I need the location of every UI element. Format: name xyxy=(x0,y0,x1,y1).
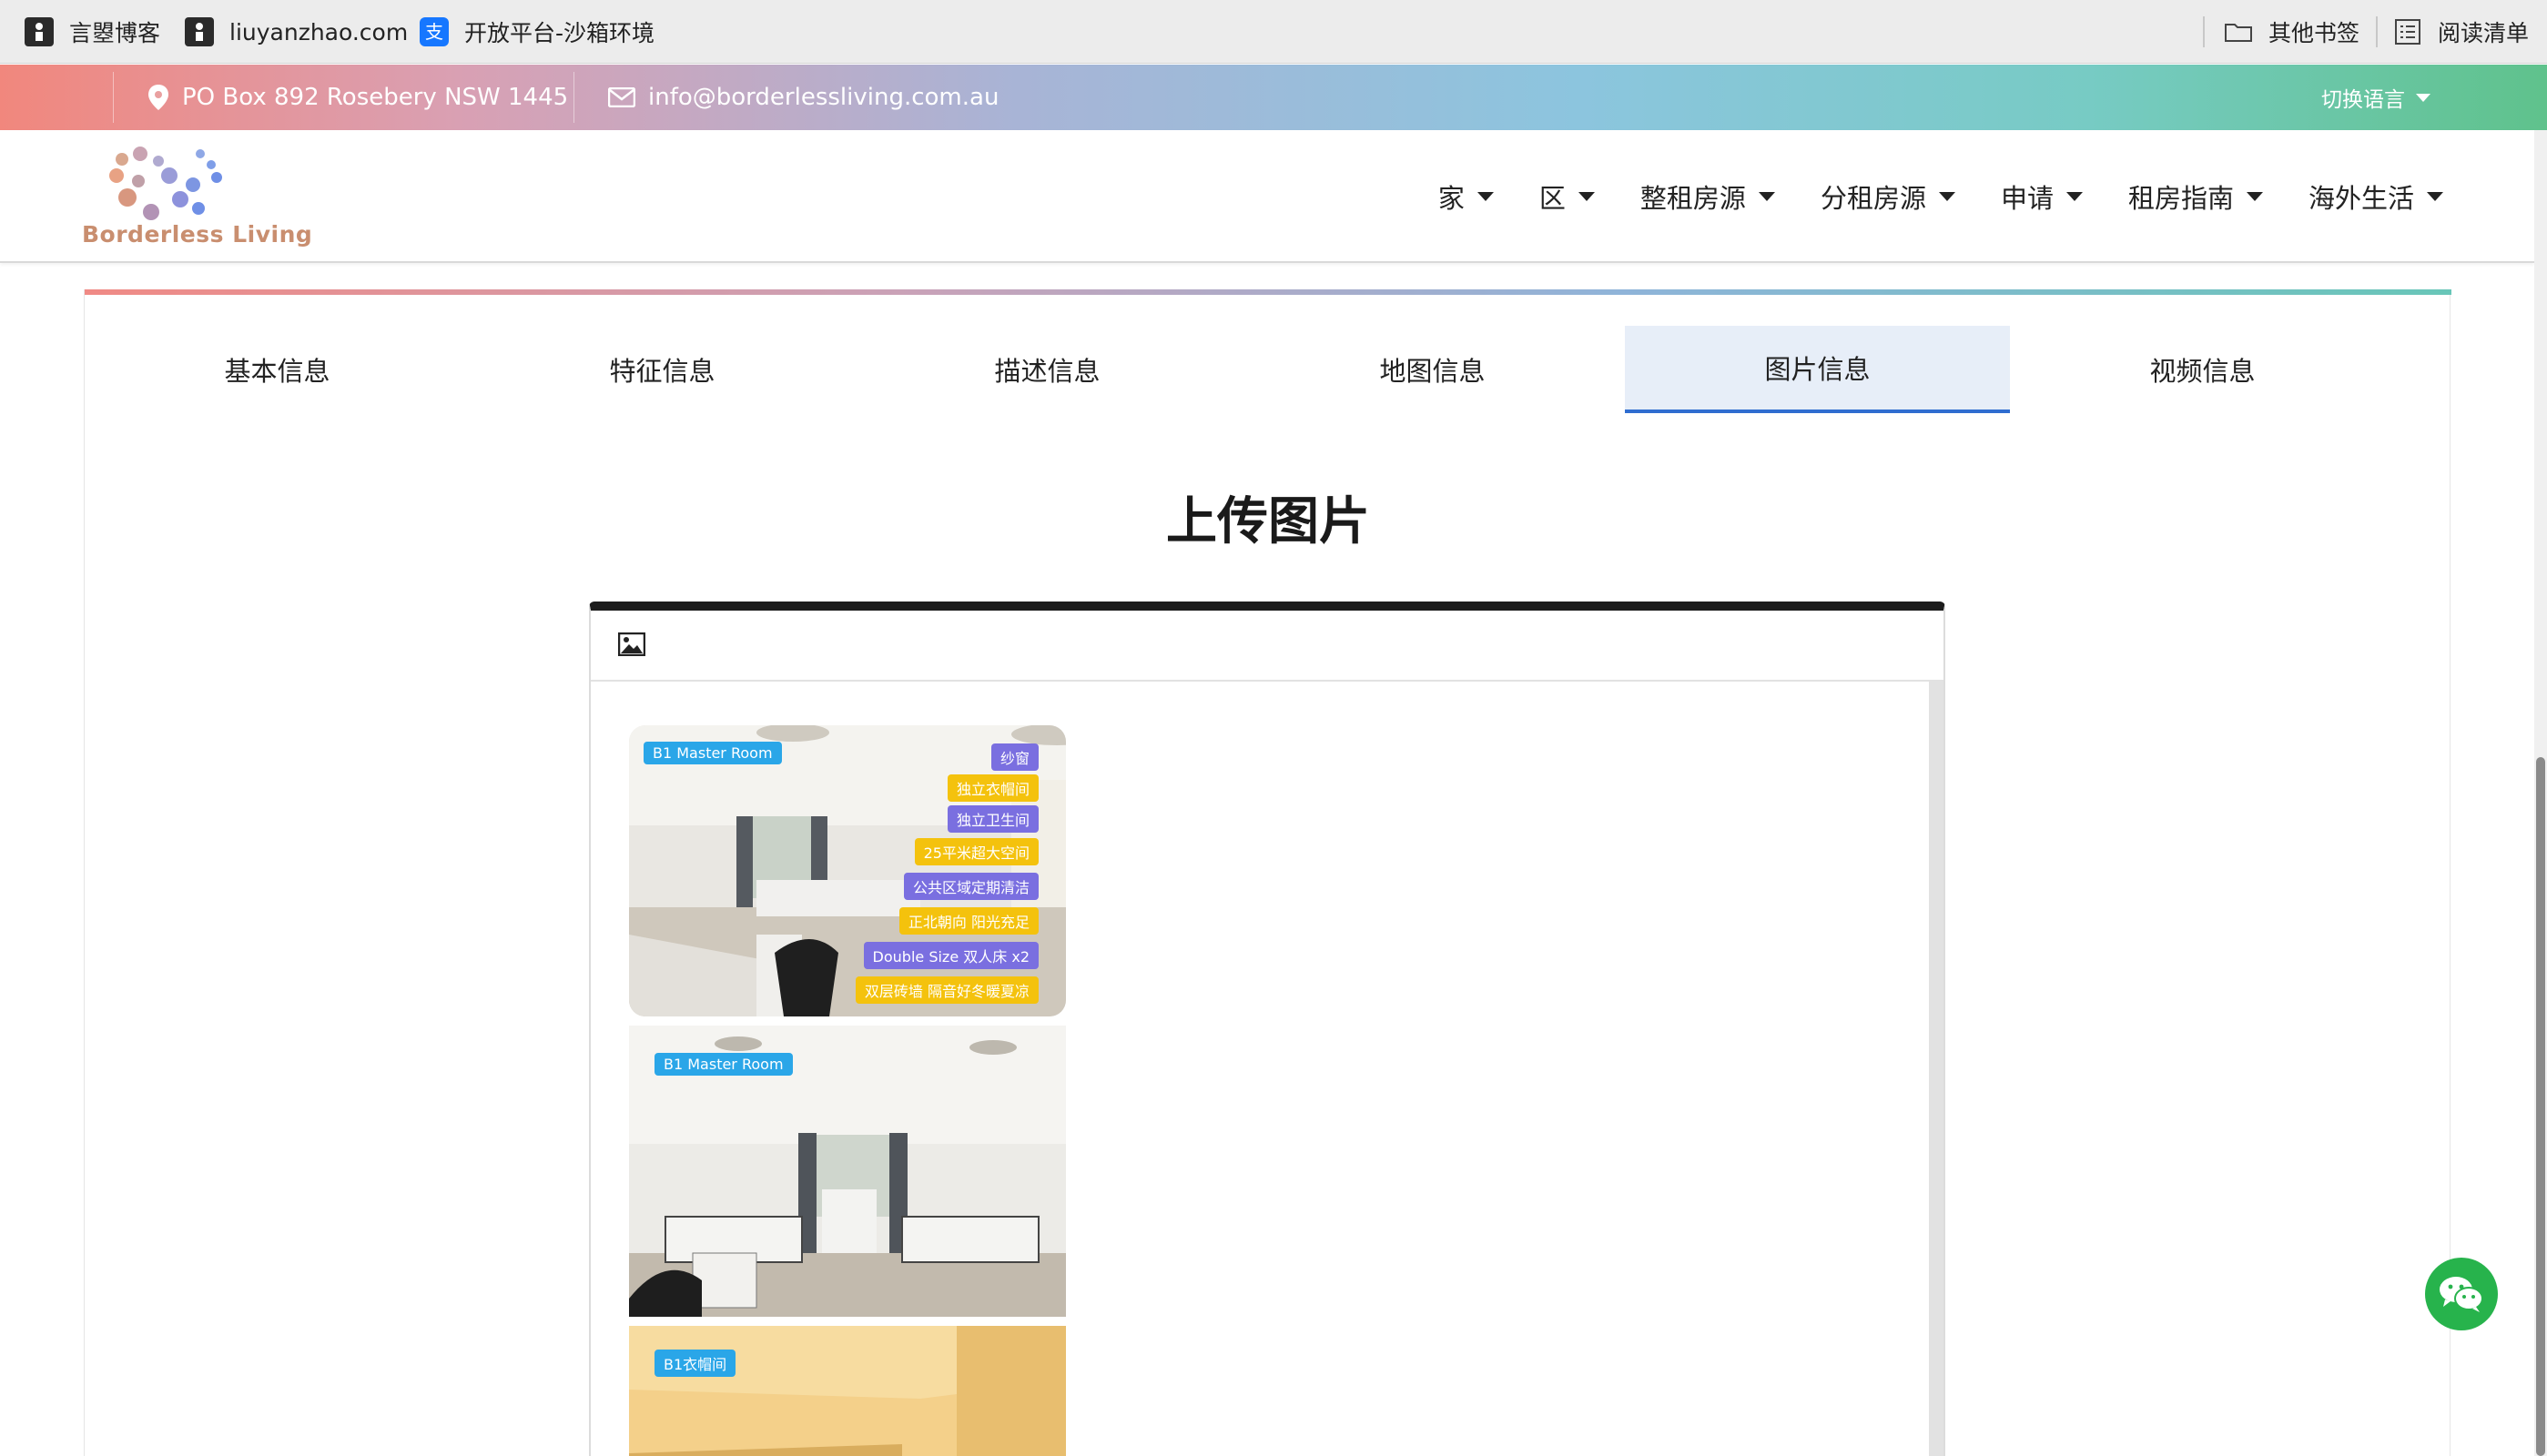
wechat-icon xyxy=(2440,1277,2483,1312)
reading-list[interactable]: 阅读清单 xyxy=(2392,0,2529,64)
tab-basic-info[interactable]: 基本信息 xyxy=(85,326,470,413)
nav-label: 区 xyxy=(1538,183,1566,214)
chevron-down-icon xyxy=(2427,192,2443,201)
nav-item-whole-rent[interactable]: 整租房源 xyxy=(1640,177,1775,216)
card-accent-bar xyxy=(85,289,2451,295)
tab-description[interactable]: 描述信息 xyxy=(855,326,1240,413)
editor-toolbar xyxy=(591,611,1943,682)
nav-item-overseas-life[interactable]: 海外生活 xyxy=(2309,177,2443,216)
tab-bar: 基本信息 特征信息 描述信息 地图信息 图片信息 视频信息 xyxy=(85,326,2451,413)
bookmark-favicon-icon xyxy=(25,17,54,46)
svg-text:支: 支 xyxy=(425,21,443,43)
nav-item-apply[interactable]: 申请 xyxy=(2001,177,2083,216)
feature-tag: 公共区域定期清洁 xyxy=(903,873,1039,900)
room-tag: B1衣帽间 xyxy=(655,1350,736,1377)
mail-icon xyxy=(608,87,635,107)
reading-list-icon xyxy=(2395,19,2420,45)
chevron-down-icon xyxy=(2246,192,2263,201)
chevron-down-icon xyxy=(2416,93,2430,102)
tab-features[interactable]: 特征信息 xyxy=(470,326,855,413)
language-switcher[interactable]: 切换语言 xyxy=(2321,65,2430,130)
room-tag: B1 Master Room xyxy=(655,1053,793,1076)
bookmark-item[interactable]: liuyanzhao.com xyxy=(184,0,408,64)
bookmark-item[interactable]: 言曌博客 xyxy=(24,0,160,64)
divider xyxy=(573,72,574,123)
chevron-down-icon xyxy=(1758,192,1775,201)
other-bookmarks-label: 其他书签 xyxy=(2268,20,2360,46)
contact-bar: PO Box 892 Rosebery NSW 1445 info@border… xyxy=(0,65,2547,130)
feature-tag: 正北朝向 阳光充足 xyxy=(898,907,1039,935)
wechat-button[interactable] xyxy=(2425,1258,2498,1330)
chevron-down-icon xyxy=(2065,192,2083,201)
tab-images[interactable]: 图片信息 xyxy=(1625,326,2010,413)
editor-scrollbar[interactable] xyxy=(1929,682,1943,1456)
main-nav: 家 区 整租房源 分租房源 申请 租房指南 海外生活 xyxy=(1393,130,2443,263)
feature-tag: 双层砖墙 隔音好冬暖夏凉 xyxy=(855,976,1039,1004)
room-photo[interactable]: B1 Master Room 纱窗 独立衣帽间 独立卫生间 25平米超大空间 公… xyxy=(629,725,1066,1016)
reading-list-label: 阅读清单 xyxy=(2438,20,2530,46)
closet-photo xyxy=(629,1326,1066,1456)
nav-label: 整租房源 xyxy=(1639,183,1746,214)
divider xyxy=(2376,16,2378,47)
logo-text[interactable]: Borderless Living xyxy=(82,221,312,248)
room-photo[interactable]: B1 Master Room xyxy=(629,1026,1066,1317)
address-info: PO Box 892 Rosebery NSW 1445 xyxy=(147,65,568,130)
email-link[interactable]: info@borderlessliving.com.au xyxy=(648,84,999,111)
feature-tag: Double Size 双人床 x2 xyxy=(863,942,1039,969)
image-editor[interactable]: B1 Master Room 纱窗 独立衣帽间 独立卫生间 25平米超大空间 公… xyxy=(589,602,1945,1456)
nav-item-area[interactable]: 区 xyxy=(1539,177,1595,216)
divider xyxy=(113,72,114,123)
chevron-down-icon xyxy=(1476,192,1494,201)
nav-label: 家 xyxy=(1437,183,1465,214)
tab-map[interactable]: 地图信息 xyxy=(1240,326,1625,413)
feature-tag: 纱窗 xyxy=(990,743,1039,771)
bookmark-label: 言曌博客 xyxy=(69,20,161,46)
tab-video[interactable]: 视频信息 xyxy=(2010,326,2395,413)
site-header: Borderless Living 家 区 整租房源 分租房源 申请 租房指南 … xyxy=(0,130,2534,263)
nav-label: 分租房源 xyxy=(1820,183,1926,214)
bookmark-label: 开放平台-沙箱环境 xyxy=(464,20,655,46)
feature-tag: 独立卫生间 xyxy=(947,805,1039,833)
language-label: 切换语言 xyxy=(2321,88,2405,112)
chevron-down-icon xyxy=(1578,192,1595,201)
bookmark-item[interactable]: 支 开放平台-沙箱环境 xyxy=(419,0,655,64)
feature-tag: 25平米超大空间 xyxy=(914,838,1039,865)
room-tag: B1 Master Room xyxy=(644,742,782,764)
nav-item-share-rent[interactable]: 分租房源 xyxy=(1821,177,1955,216)
nav-label: 申请 xyxy=(2000,183,2054,214)
email-info[interactable]: info@borderlessliving.com.au xyxy=(608,65,999,130)
chevron-down-icon xyxy=(1938,192,1955,201)
other-bookmarks[interactable]: 其他书签 xyxy=(2223,0,2359,64)
bookmarks-bar: 言曌博客 liuyanzhao.com 支 开放平台-沙箱环境 其他书签 阅读清… xyxy=(0,0,2547,64)
divider xyxy=(2203,16,2205,47)
location-pin-icon xyxy=(148,85,168,110)
content-card: 基本信息 特征信息 描述信息 地图信息 图片信息 视频信息 上传图片 B1 Ma… xyxy=(84,289,2451,1456)
nav-label: 租房指南 xyxy=(2127,183,2234,214)
insert-image-icon[interactable] xyxy=(618,632,645,656)
address-text: PO Box 892 Rosebery NSW 1445 xyxy=(182,84,569,111)
bookmark-label: liuyanzhao.com xyxy=(229,18,409,46)
nav-item-rental-guide[interactable]: 租房指南 xyxy=(2128,177,2263,216)
page-scrollbar-thumb[interactable] xyxy=(2536,757,2545,1456)
bookmark-favicon-icon xyxy=(185,17,214,46)
feature-tag: 独立衣帽间 xyxy=(947,774,1039,802)
nav-label: 海外生活 xyxy=(2308,183,2414,214)
nav-item-home[interactable]: 家 xyxy=(1438,177,1494,216)
page-title: 上传图片 xyxy=(1166,492,1370,551)
folder-icon xyxy=(2225,24,2252,42)
room-photo[interactable]: B1衣帽间 xyxy=(629,1326,1066,1456)
alipay-icon: 支 xyxy=(420,17,449,46)
